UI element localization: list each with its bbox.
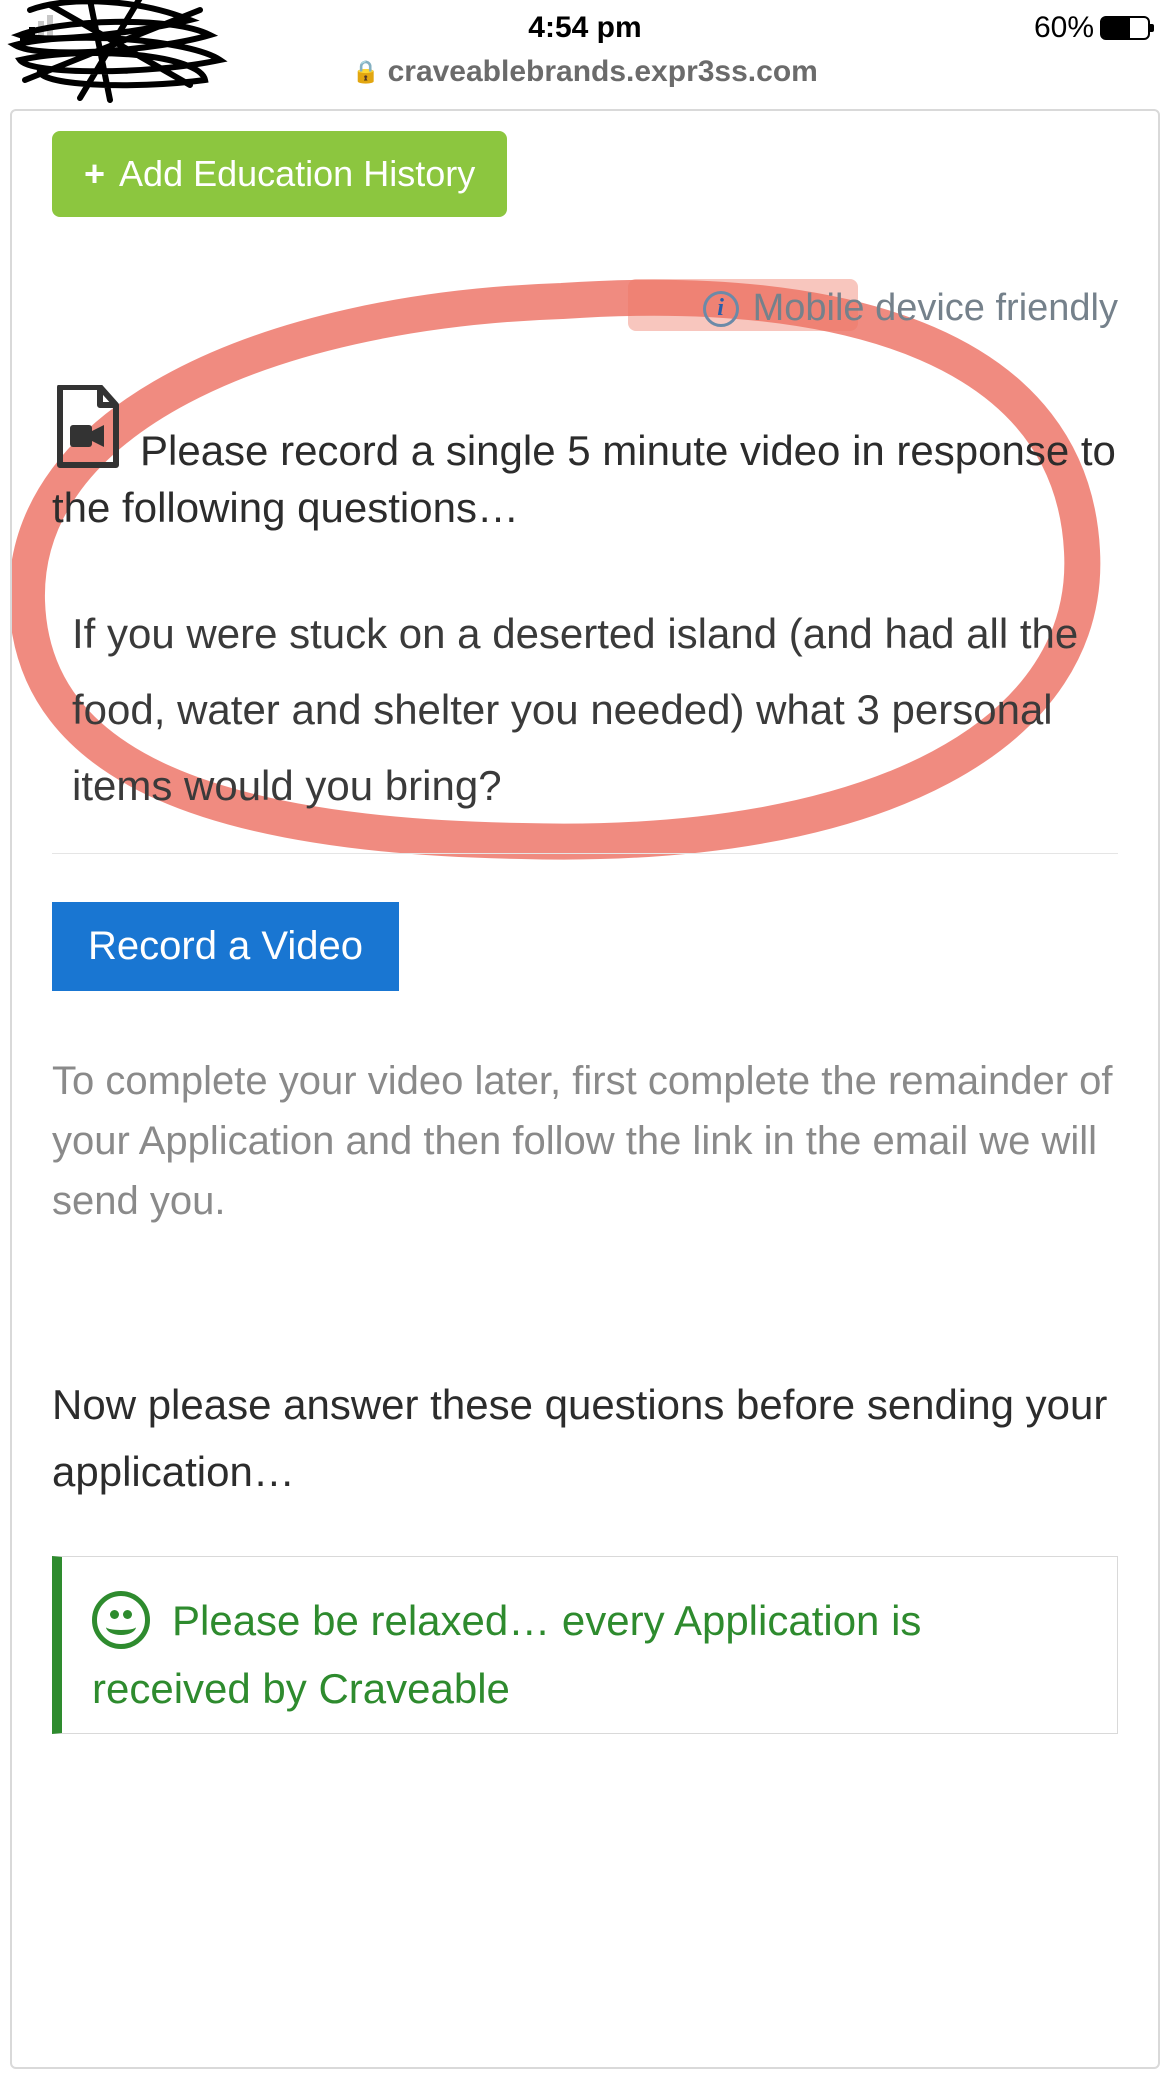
question-text: If you were stuck on a deserted island (… xyxy=(72,596,1098,823)
battery-icon xyxy=(1100,16,1150,40)
status-bar: 4:54 pm 60% xyxy=(0,0,1170,55)
smiley-icon xyxy=(92,1591,150,1649)
add-education-label: Add Education History xyxy=(119,153,475,195)
battery-percent: 60% xyxy=(1034,11,1094,45)
record-video-button[interactable]: Record a Video xyxy=(52,902,399,991)
add-education-button[interactable]: + Add Education History xyxy=(52,131,507,217)
video-file-icon xyxy=(52,385,122,486)
status-time: 4:54 pm xyxy=(528,11,641,45)
page-content: + Add Education History i Mobile device … xyxy=(10,109,1160,2069)
status-right: 60% xyxy=(1034,11,1150,45)
browser-url[interactable]: 🔒 craveablebrands.expr3ss.com xyxy=(0,55,1170,109)
lock-icon: 🔒 xyxy=(352,59,379,85)
record-video-label: Record a Video xyxy=(88,924,363,968)
signal-icon xyxy=(20,15,53,41)
url-text: craveablebrands.expr3ss.com xyxy=(388,55,818,89)
mobile-friendly-text: Mobile device friendly xyxy=(753,287,1118,330)
video-heading: Please record a single 5 minute video in… xyxy=(52,385,1118,536)
info-panel: Please be relaxed… every Application is … xyxy=(52,1556,1118,1734)
info-panel-label: Please be relaxed… every Application is … xyxy=(92,1597,921,1713)
questions-heading: Now please answer these questions before… xyxy=(52,1371,1118,1505)
mobile-friendly-label: i Mobile device friendly xyxy=(52,287,1118,330)
status-left xyxy=(20,15,53,41)
info-icon: i xyxy=(703,291,739,327)
plus-icon: + xyxy=(84,153,105,195)
video-hint: To complete your video later, first comp… xyxy=(52,1051,1118,1231)
info-panel-text: Please be relaxed… every Application is … xyxy=(92,1587,1087,1723)
video-section: Please record a single 5 minute video in… xyxy=(52,385,1118,1231)
question-area: If you were stuck on a deserted island (… xyxy=(52,566,1118,854)
video-heading-text: Please record a single 5 minute video in… xyxy=(52,427,1116,531)
